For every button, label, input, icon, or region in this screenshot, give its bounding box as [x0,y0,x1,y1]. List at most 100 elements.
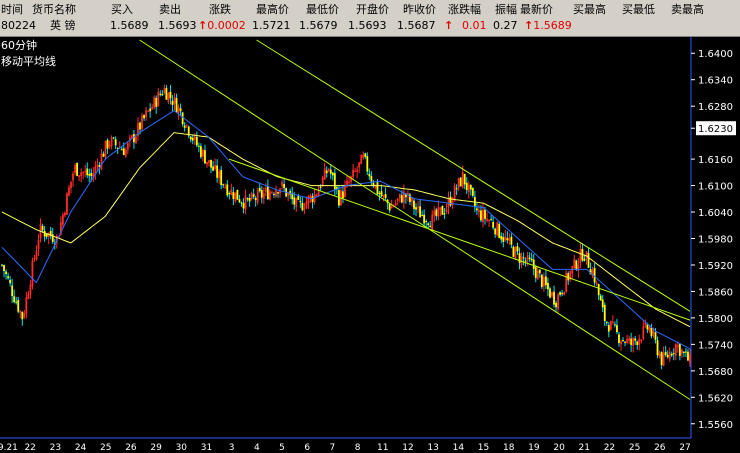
candle-body [218,171,221,179]
header-high[interactable]: 最高价 [256,2,289,18]
candle-body [110,137,113,147]
candle-body [618,334,620,344]
header-open[interactable]: 开盘价 [356,2,389,18]
up-arrow-icon: ↑ [524,19,534,32]
header-change[interactable]: 涨跌 [209,2,231,18]
candle-body [167,92,170,102]
candle-body [27,294,30,299]
candle-body [611,321,614,323]
header-bid-high[interactable]: 买最高 [573,2,606,18]
header-ask-high[interactable]: 卖最高 [671,2,704,18]
candle-body [652,331,655,334]
header-bid[interactable]: 买入 [111,2,133,18]
candle-body [191,137,194,141]
candle-body [171,100,174,105]
candle-body [376,182,379,195]
x-tick-label: 22 [24,443,35,453]
candle-body [626,339,628,343]
candle-body [240,202,243,204]
candle-body [202,149,204,157]
candle-body [536,270,539,280]
candle-body [433,211,436,216]
candle-body [413,200,415,209]
candle-body [214,164,216,170]
candle-body [86,168,89,176]
header-currency[interactable]: 货币名称 [32,2,76,18]
header-ask[interactable]: 卖出 [159,2,181,18]
candle-body [157,91,160,107]
x-tick-label: 24 [75,443,87,453]
value-low: 1.5679 [299,19,338,32]
candle-body [382,195,385,197]
candle-body [678,343,681,356]
candle-body [297,195,300,200]
candle-body [348,181,350,183]
candle-body [321,177,324,186]
chart-area[interactable]: 1.6400 1.6340 1.6280 1.6230 1.6160 1.6100 1.60… [0,37,740,453]
candle-body [642,325,645,339]
candle-body [307,195,310,204]
header-amplitude[interactable]: 振幅 [495,2,517,18]
candle-body [561,292,564,294]
candle-body [597,284,600,296]
x-tick-label: 25 [100,443,111,453]
candle-body [23,313,26,318]
candle-body [250,193,253,200]
value-latest: ↑1.5689 [524,18,572,34]
candle-body [557,294,559,310]
candle-body [197,145,200,147]
candle-body [551,292,553,296]
candle-body [687,351,689,361]
candle-body [104,140,107,157]
candle-body [366,156,369,172]
candle-body [206,162,208,165]
trend-channel-line[interactable] [256,39,691,312]
candle-body [445,208,448,212]
candle-body [305,201,308,209]
candle-body [5,271,7,274]
header-time[interactable]: 时间 [1,2,23,18]
candle-body [364,153,367,157]
candle-body [654,332,657,340]
candle-body [151,106,154,110]
header-latest[interactable]: 最新价 [520,2,553,18]
candle-body [579,248,582,264]
trend-channel-line[interactable] [139,39,691,400]
candle-body [453,185,456,202]
candle-body [344,185,346,197]
x-tick-label: 8 [355,443,361,453]
header-prev-close[interactable]: 昨收价 [403,2,436,18]
candle-body [614,324,616,326]
candle-body [662,353,665,366]
candle-body [210,159,212,168]
header-change-pct[interactable]: 涨跌幅 [448,2,481,18]
value-latest-number: 1.5689 [533,19,572,32]
candle-body [29,285,32,295]
header-low[interactable]: 最低价 [306,2,339,18]
candle-body [632,337,635,346]
x-tick-label: 6 [304,443,310,453]
candle-body [603,304,606,322]
candle-body [120,149,123,151]
candle-body [248,198,251,202]
candle-body [488,220,490,222]
candle-body [510,236,513,245]
value-high: 1.5721 [252,19,291,32]
candle-body [161,94,164,96]
candle-body [169,91,172,99]
candle-body [680,349,683,354]
candle-body [9,279,12,284]
candle-body [208,160,210,163]
price-chart[interactable]: 1.6400 1.6340 1.6280 1.6230 1.6160 1.6100 1.60… [0,37,740,453]
value-change: ↑0.0002 [198,18,246,34]
candle-body [630,338,633,345]
candle-body [303,208,306,210]
candle-body [33,258,36,260]
header-bid-low[interactable]: 买最低 [622,2,655,18]
value-change-number: 0.0002 [207,19,246,32]
candle-body [378,192,381,194]
candle-body [45,234,48,237]
x-tick-label: 21 [579,443,590,453]
candle-body [443,213,446,215]
candle-body [689,354,691,364]
